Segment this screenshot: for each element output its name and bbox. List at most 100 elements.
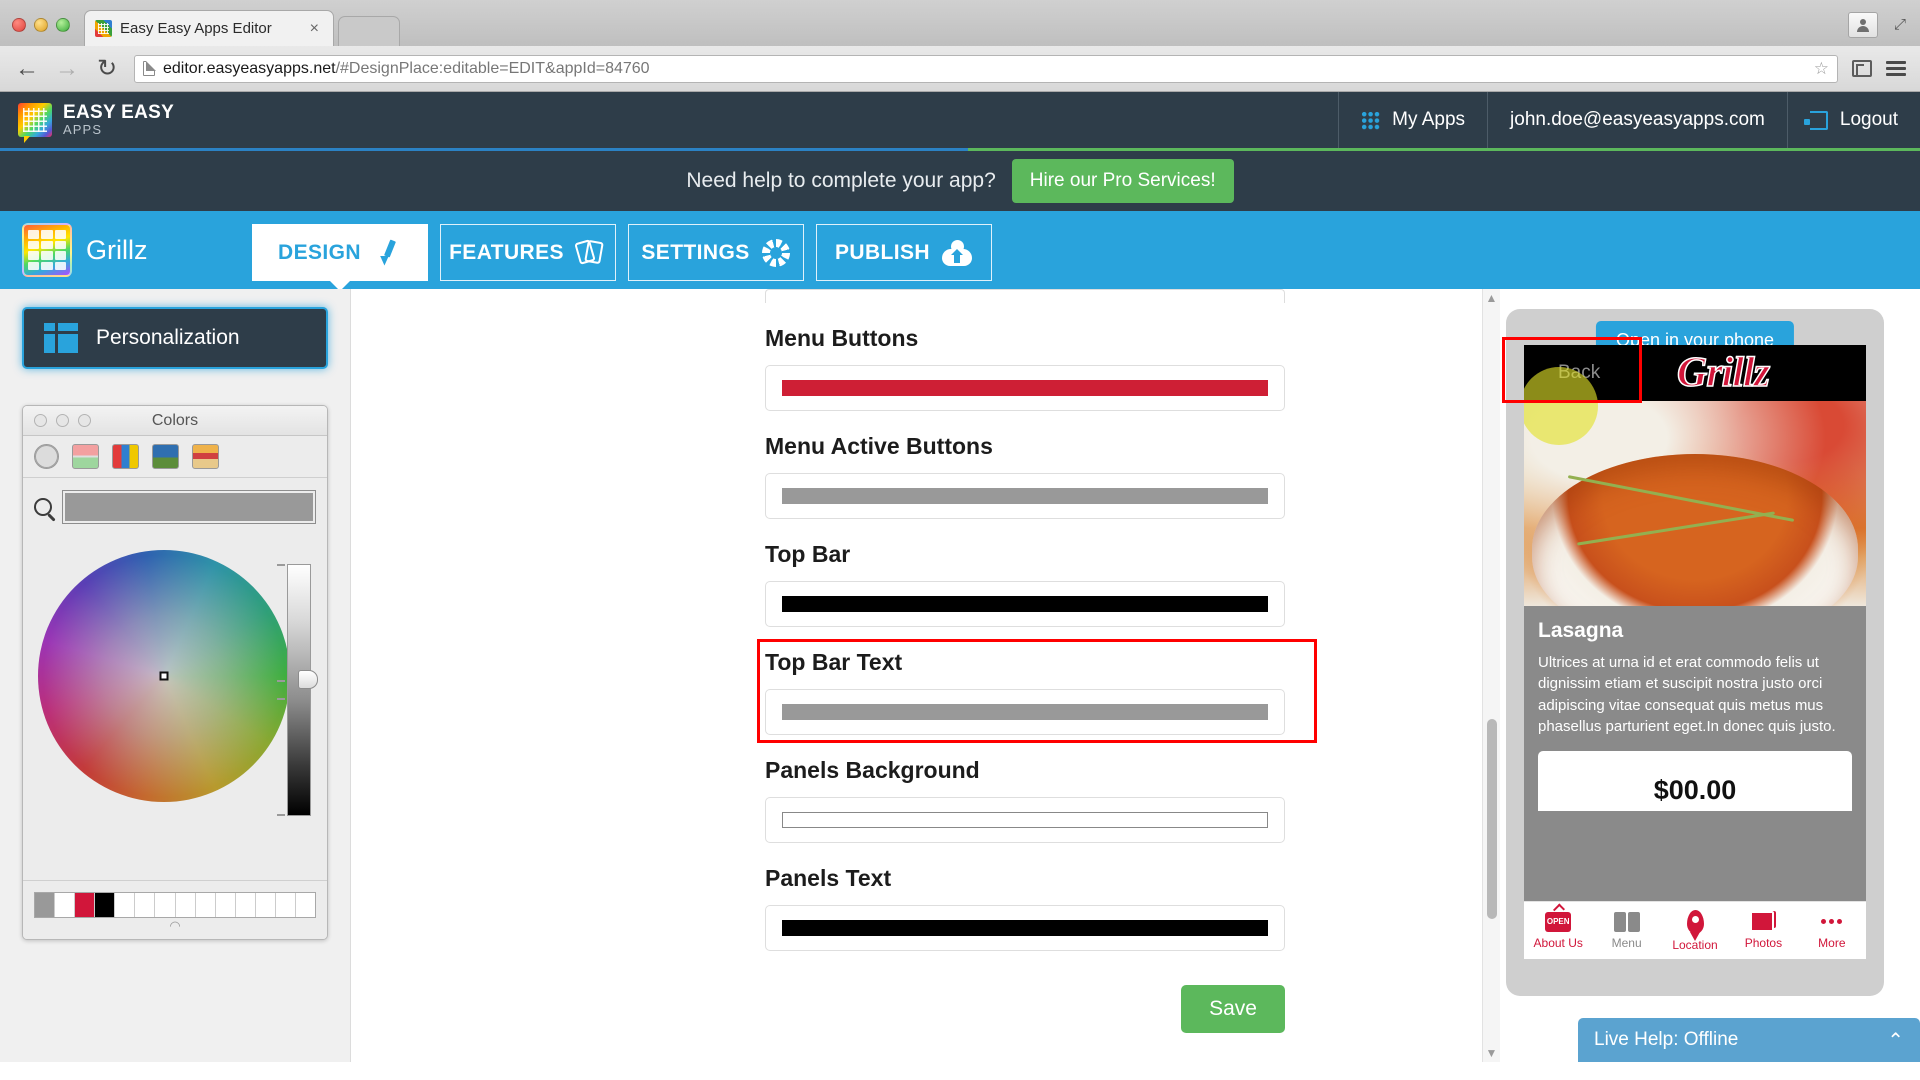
color-wheel-tool-icon[interactable] bbox=[34, 444, 59, 469]
fullscreen-icon[interactable]: ⤢ bbox=[1894, 17, 1910, 33]
minimize-icon[interactable] bbox=[56, 414, 69, 427]
color-input[interactable] bbox=[765, 473, 1285, 519]
swatch[interactable] bbox=[296, 893, 316, 917]
map-pin-icon bbox=[1686, 909, 1704, 934]
color-input[interactable] bbox=[765, 797, 1285, 843]
app-brand[interactable]: Grillz bbox=[22, 223, 148, 277]
color-chip[interactable] bbox=[782, 920, 1268, 936]
close-window-button[interactable] bbox=[12, 18, 26, 32]
phone-tab-about-us[interactable]: OPEN About Us bbox=[1524, 911, 1592, 950]
previous-field-partial bbox=[765, 289, 1285, 303]
swatch[interactable] bbox=[175, 893, 196, 917]
swatch[interactable] bbox=[275, 893, 297, 917]
tab-features[interactable]: FEATURES bbox=[439, 224, 616, 281]
color-input[interactable] bbox=[765, 905, 1285, 951]
easyeasyapps-logo[interactable]: EASY EASY APPS bbox=[18, 103, 174, 143]
scrollbar-thumb[interactable] bbox=[1487, 719, 1497, 919]
save-button[interactable]: Save bbox=[1181, 985, 1285, 1033]
phone-app-logo: Grillz bbox=[1676, 349, 1771, 397]
color-chip[interactable] bbox=[782, 704, 1268, 720]
design-form-panel: Menu Buttons Menu Active Buttons Top Bar bbox=[351, 289, 1500, 1062]
saved-swatches[interactable] bbox=[34, 892, 316, 918]
color-chip[interactable] bbox=[782, 812, 1268, 828]
profile-button[interactable] bbox=[1848, 12, 1878, 38]
phone-tab-more[interactable]: More bbox=[1798, 911, 1866, 950]
url-text: editor.easyeasyapps.net/#DesignPlace:edi… bbox=[163, 60, 650, 78]
back-icon[interactable]: ← bbox=[14, 55, 40, 83]
new-tab-button[interactable] bbox=[338, 16, 400, 46]
browser-window-controls: ⤢ bbox=[1848, 12, 1910, 38]
swatch[interactable] bbox=[155, 893, 176, 917]
swatch[interactable] bbox=[235, 893, 256, 917]
reload-icon[interactable]: ↻ bbox=[94, 54, 120, 83]
tab-publish[interactable]: PUBLISH bbox=[815, 224, 992, 281]
color-picker-titlebar[interactable]: Colors bbox=[23, 406, 327, 436]
swatch[interactable] bbox=[215, 893, 236, 917]
tab-design[interactable]: DESIGN bbox=[251, 224, 428, 281]
address-bar[interactable]: editor.easyeasyapps.net/#DesignPlace:edi… bbox=[134, 54, 1838, 83]
phone-tab-menu[interactable]: Menu bbox=[1592, 911, 1660, 950]
hire-pro-services-button[interactable]: Hire our Pro Services! bbox=[1011, 159, 1234, 203]
phone-tab-photos[interactable]: Photos bbox=[1729, 911, 1797, 950]
swatch[interactable] bbox=[115, 893, 136, 917]
user-email[interactable]: john.doe@easyeasyapps.com bbox=[1487, 92, 1787, 148]
brightness-slider-knob[interactable] bbox=[298, 670, 318, 689]
logo-icon bbox=[18, 103, 52, 143]
close-icon[interactable]: × bbox=[306, 20, 323, 38]
sidebar-item-personalization[interactable]: Personalization bbox=[22, 307, 328, 369]
swatch[interactable] bbox=[75, 893, 96, 917]
tab-settings[interactable]: SETTINGS bbox=[627, 224, 804, 281]
color-chip[interactable] bbox=[782, 488, 1268, 504]
current-color-swatch[interactable] bbox=[62, 490, 316, 524]
brush-icon bbox=[373, 239, 401, 267]
crayons-tool-icon[interactable] bbox=[192, 444, 219, 469]
live-help-bar[interactable]: Live Help: Offline ⌃ bbox=[1578, 1018, 1920, 1062]
image-palettes-tool-icon[interactable] bbox=[152, 444, 179, 469]
bookmark-star-icon[interactable]: ☆ bbox=[1814, 59, 1829, 79]
color-input[interactable] bbox=[765, 365, 1285, 411]
color-input[interactable] bbox=[765, 581, 1285, 627]
save-row: Save bbox=[765, 985, 1285, 1033]
swatch[interactable] bbox=[95, 893, 116, 917]
logout-icon bbox=[1803, 110, 1828, 130]
brightness-slider[interactable] bbox=[287, 564, 311, 816]
color-chip[interactable] bbox=[782, 380, 1268, 396]
browser-tabstrip: Easy Easy Apps Editor × ⤢ bbox=[0, 0, 1920, 46]
color-wheel-marker[interactable] bbox=[159, 671, 169, 681]
forward-icon[interactable]: → bbox=[54, 55, 80, 83]
reading-list-icon[interactable] bbox=[1852, 60, 1872, 77]
phone-tab-location[interactable]: Location bbox=[1661, 909, 1729, 952]
color-wheel[interactable] bbox=[38, 550, 290, 802]
zoom-icon[interactable] bbox=[78, 414, 91, 427]
swatch[interactable] bbox=[255, 893, 276, 917]
dish-description: Ultrices at urna id et erat commodo feli… bbox=[1538, 654, 1836, 735]
minimize-window-button[interactable] bbox=[34, 18, 48, 32]
form-scrollbar[interactable]: ▲ ▼ bbox=[1482, 289, 1500, 1062]
color-chip[interactable] bbox=[782, 596, 1268, 612]
user-email-label: john.doe@easyeasyapps.com bbox=[1510, 109, 1765, 130]
swatch[interactable] bbox=[35, 893, 56, 917]
color-picker-swatch-bar: ◠ bbox=[23, 880, 327, 939]
my-apps-link[interactable]: My Apps bbox=[1338, 92, 1487, 148]
scroll-up-arrow-icon[interactable]: ▲ bbox=[1483, 289, 1500, 307]
color-input[interactable] bbox=[765, 689, 1285, 735]
browser-tab[interactable]: Easy Easy Apps Editor × bbox=[84, 10, 334, 46]
swatch[interactable] bbox=[135, 893, 156, 917]
logout-link[interactable]: Logout bbox=[1786, 92, 1920, 148]
color-picker-dialog: Colors ◠ bbox=[22, 405, 328, 940]
color-palettes-tool-icon[interactable] bbox=[112, 444, 139, 469]
resize-grip-icon[interactable]: ◠ bbox=[34, 918, 316, 934]
swatch[interactable] bbox=[195, 893, 216, 917]
swatch[interactable] bbox=[55, 893, 76, 917]
my-apps-label: My Apps bbox=[1392, 109, 1466, 130]
color-sliders-tool-icon[interactable] bbox=[72, 444, 99, 469]
maximize-window-button[interactable] bbox=[56, 18, 70, 32]
menu-icon[interactable] bbox=[1886, 61, 1906, 76]
close-icon[interactable] bbox=[34, 414, 47, 427]
scroll-down-arrow-icon[interactable]: ▼ bbox=[1483, 1044, 1500, 1062]
tab-design-label: DESIGN bbox=[278, 240, 361, 264]
magnifier-icon[interactable] bbox=[34, 498, 52, 516]
toolbar-icons bbox=[1852, 60, 1906, 77]
chevron-up-icon[interactable]: ⌃ bbox=[1887, 1028, 1904, 1053]
phone-frame: Open in your phone Back Grillz Lasagna U… bbox=[1502, 309, 1884, 996]
